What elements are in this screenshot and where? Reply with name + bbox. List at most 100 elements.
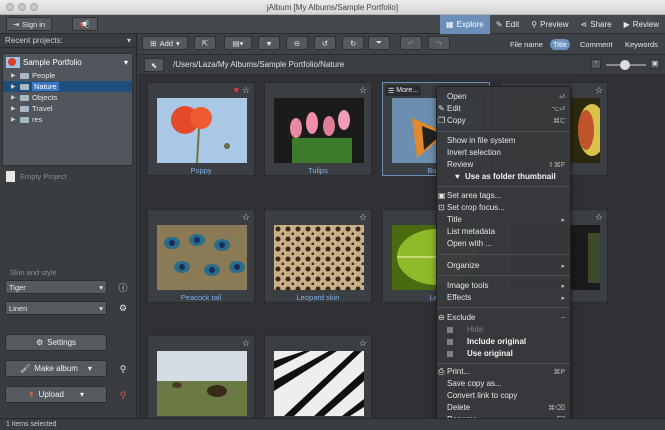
thumbnail-zebra[interactable]: ☆ (264, 335, 372, 429)
gear-icon[interactable]: ⚙ (116, 301, 130, 315)
thumbnail-size-slider[interactable] (606, 60, 646, 70)
menu-item-set-crop-focus[interactable]: ⊡ Set crop focus... (437, 202, 570, 213)
sign-in-button[interactable]: ⇥ Sign in (6, 17, 52, 31)
menu-item-set-area-tags[interactable]: ▣ Set area tags... (437, 190, 570, 201)
menu-item-review[interactable]: Review ⇧⌘F (437, 159, 570, 170)
page-menu-button[interactable]: ▤▾ (224, 36, 252, 50)
menu-item-organize[interactable]: Organize ▸ (437, 260, 570, 271)
menu-item-show-in-file-system[interactable]: Show in file system (437, 135, 570, 146)
star-icon[interactable]: ☆ (242, 212, 250, 223)
settings-button[interactable]: ⚙ Settings (5, 334, 107, 351)
menu-item-exclude[interactable]: ⊖ Exclude – (437, 312, 570, 323)
exclude-button[interactable]: ⊖ (286, 36, 308, 50)
thumbnail-leopard[interactable]: ☆ Leopard skin (264, 209, 372, 303)
add-button[interactable]: ⊞ Add ▾ (142, 36, 188, 50)
tab-explore[interactable]: ▦ Explore (440, 15, 490, 34)
menu-item-delete[interactable]: Delete ⌘⌫ (437, 402, 570, 413)
sort-file-name[interactable]: File name (510, 40, 543, 49)
expand-arrow-icon[interactable]: ▶ (11, 94, 17, 101)
sort-comment[interactable]: Comment (580, 40, 613, 49)
menu-item-hide[interactable]: Hide (437, 324, 570, 335)
minimize-window-button[interactable] (18, 3, 26, 11)
rotate-left-button[interactable]: ↺ (314, 36, 336, 50)
slider-handle[interactable] (620, 60, 630, 70)
sidebar-item-people[interactable]: ▶ People (3, 70, 132, 81)
skin-select[interactable]: Tiger ▾ (5, 280, 107, 294)
checkbox-icon (447, 326, 453, 333)
menu-item-edit[interactable]: ✎ Edit ⌥⏎ (437, 103, 570, 114)
star-icon[interactable]: ☆ (359, 212, 367, 223)
zoom-window-button[interactable] (30, 3, 38, 11)
thumbnail-peacock[interactable]: ☆ Peacock tail (147, 209, 255, 303)
menu-item-use-as-folder-thumbnail[interactable]: ♥ Use as folder thumbnail (437, 171, 570, 182)
close-window-button[interactable] (6, 3, 14, 11)
empty-project-item[interactable]: Empty Project (6, 171, 67, 182)
heart-icon[interactable]: ♥ (234, 85, 239, 95)
project-tree[interactable]: Sample Portfolio ▾ ▶ People ▶ Nature ▶ O… (2, 53, 133, 166)
thumbnail-tulips[interactable]: ☆ Tulips (264, 82, 372, 176)
skin-info-icon[interactable]: ⓘ (116, 280, 130, 294)
menu-item-open[interactable]: Open ⏎ (437, 91, 570, 102)
menu-item-effects[interactable]: Effects ▸ (437, 292, 570, 303)
redo-button[interactable]: ↷ (428, 36, 450, 50)
filter-button[interactable]: ⏷ (368, 36, 390, 50)
tab-review[interactable]: ▶ Review (618, 15, 665, 34)
magnifier-icon[interactable]: ⚲ (116, 362, 130, 376)
star-icon[interactable]: ☆ (242, 338, 250, 349)
recent-projects-header[interactable]: Recent projects: ▾ (0, 34, 136, 48)
announcements-button[interactable]: 📢 (72, 17, 98, 31)
expand-arrow-icon[interactable]: ▶ (11, 105, 17, 112)
menu-item-save-copy-as[interactable]: Save copy as... (437, 378, 570, 389)
menu-item-print[interactable]: ⎙ Print... ⌘P (437, 366, 570, 377)
make-album-button[interactable]: 🖌 Make album ▾ (5, 360, 107, 377)
web-preview-icon[interactable]: ⚲ (116, 388, 130, 402)
more-menu-button[interactable]: ☰ More... (385, 85, 422, 96)
sort-keywords[interactable]: Keywords (625, 40, 658, 49)
menu-item-include-original[interactable]: Include original (437, 336, 570, 347)
star-icon[interactable]: ☆ (595, 85, 603, 96)
expand-arrow-icon[interactable]: ▶ (11, 116, 17, 123)
sidebar-item-res[interactable]: ▶ res (3, 114, 132, 125)
chevron-down-icon[interactable]: ▾ (124, 58, 128, 67)
sort-title[interactable]: Title (550, 39, 570, 50)
star-icon[interactable]: ☆ (595, 212, 603, 223)
project-root[interactable]: Sample Portfolio ▾ (3, 54, 132, 70)
sidebar-item-travel[interactable]: ▶ Travel (3, 103, 132, 114)
menu-item-list-metadata[interactable]: List metadata (437, 226, 570, 237)
star-icon[interactable]: ☆ (359, 85, 367, 96)
export-icon: ⇱ (201, 38, 209, 48)
star-icon[interactable]: ☆ (359, 338, 367, 349)
favorite-button[interactable]: ♥ (258, 36, 280, 50)
tab-edit[interactable]: ✎ Edit (490, 15, 526, 34)
export-button[interactable]: ⇱ (194, 36, 216, 50)
menu-item-title[interactable]: Title ▸ (437, 214, 570, 225)
expand-arrow-icon[interactable]: ▶ (11, 83, 17, 90)
style-select[interactable]: Linen ▾ (5, 301, 107, 315)
menu-item-image-tools[interactable]: Image tools ▸ (437, 280, 570, 291)
star-icon[interactable]: ☆ (242, 85, 250, 96)
minus-circle-icon: ⊖ (293, 38, 301, 48)
status-text: 1 items selected (6, 421, 57, 428)
menu-item-open-with[interactable]: Open with ... (437, 238, 570, 249)
tab-share[interactable]: ⋖ Share (575, 15, 618, 34)
rotate-right-button[interactable]: ↻ (342, 36, 364, 50)
tab-preview[interactable]: ⚲ Preview (525, 15, 574, 34)
upload-button[interactable]: ⬆ Upload ▾ (5, 386, 107, 403)
folder-icon (20, 72, 29, 79)
sidebar-item-nature[interactable]: ▶ Nature (3, 81, 132, 92)
undo-button[interactable]: ↶ (400, 36, 422, 50)
menu-item-convert-link-to-copy[interactable]: Convert link to copy (437, 390, 570, 401)
menu-item-use-original[interactable]: Use original (437, 348, 570, 359)
up-folder-button[interactable]: ⬉ (144, 58, 164, 72)
large-thumbs-icon[interactable]: ▣ (650, 59, 660, 69)
thumbnail-poppy[interactable]: ♥ ☆ Poppy (147, 82, 255, 176)
thumbnail-horses[interactable]: ☆ (147, 335, 255, 429)
sidebar-item-objects[interactable]: ▶ Objects (3, 92, 132, 103)
menu-item-copy[interactable]: ❐ Copy ⌘C (437, 115, 570, 126)
upload-icon: ⬆ (27, 390, 35, 399)
menu-item-invert-selection[interactable]: Invert selection (437, 147, 570, 158)
expand-arrow-icon[interactable]: ▶ (11, 72, 17, 79)
menu-separator (437, 186, 570, 187)
small-thumbs-icon[interactable]: ▫ (591, 59, 601, 69)
window-controls[interactable] (6, 3, 38, 11)
